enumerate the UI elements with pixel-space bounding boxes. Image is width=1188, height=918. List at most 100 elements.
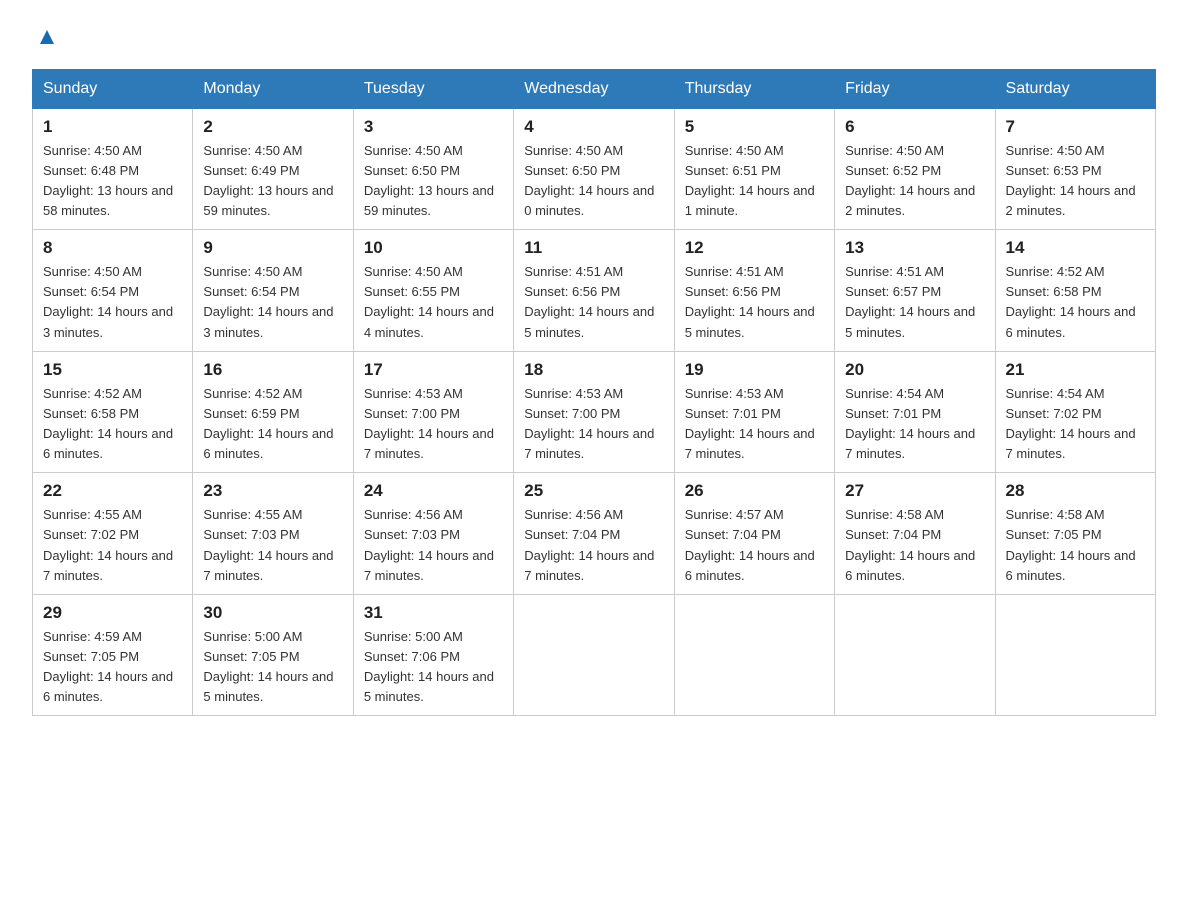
calendar-day-cell: 29 Sunrise: 4:59 AM Sunset: 7:05 PM Dayl… xyxy=(33,594,193,716)
day-info: Sunrise: 4:54 AM Sunset: 7:02 PM Dayligh… xyxy=(1006,384,1145,465)
day-number: 11 xyxy=(524,238,663,258)
weekday-header-cell: Wednesday xyxy=(514,69,674,108)
day-number: 14 xyxy=(1006,238,1145,258)
calendar-day-cell: 11 Sunrise: 4:51 AM Sunset: 6:56 PM Dayl… xyxy=(514,230,674,352)
day-number: 2 xyxy=(203,117,342,137)
day-info: Sunrise: 4:50 AM Sunset: 6:51 PM Dayligh… xyxy=(685,141,824,222)
day-number: 16 xyxy=(203,360,342,380)
day-number: 5 xyxy=(685,117,824,137)
day-info: Sunrise: 4:53 AM Sunset: 7:01 PM Dayligh… xyxy=(685,384,824,465)
day-info: Sunrise: 4:51 AM Sunset: 6:56 PM Dayligh… xyxy=(685,262,824,343)
day-info: Sunrise: 4:52 AM Sunset: 6:59 PM Dayligh… xyxy=(203,384,342,465)
calendar-week-row: 29 Sunrise: 4:59 AM Sunset: 7:05 PM Dayl… xyxy=(33,594,1156,716)
calendar-day-cell: 18 Sunrise: 4:53 AM Sunset: 7:00 PM Dayl… xyxy=(514,351,674,473)
calendar-day-cell xyxy=(995,594,1155,716)
calendar-day-cell: 31 Sunrise: 5:00 AM Sunset: 7:06 PM Dayl… xyxy=(353,594,513,716)
calendar-day-cell: 24 Sunrise: 4:56 AM Sunset: 7:03 PM Dayl… xyxy=(353,473,513,595)
weekday-header: SundayMondayTuesdayWednesdayThursdayFrid… xyxy=(33,69,1156,108)
day-number: 27 xyxy=(845,481,984,501)
calendar-day-cell: 3 Sunrise: 4:50 AM Sunset: 6:50 PM Dayli… xyxy=(353,108,513,230)
day-info: Sunrise: 4:56 AM Sunset: 7:03 PM Dayligh… xyxy=(364,505,503,586)
calendar-day-cell xyxy=(835,594,995,716)
calendar-day-cell: 27 Sunrise: 4:58 AM Sunset: 7:04 PM Dayl… xyxy=(835,473,995,595)
logo xyxy=(32,24,58,53)
day-number: 13 xyxy=(845,238,984,258)
calendar-day-cell: 23 Sunrise: 4:55 AM Sunset: 7:03 PM Dayl… xyxy=(193,473,353,595)
calendar-day-cell: 1 Sunrise: 4:50 AM Sunset: 6:48 PM Dayli… xyxy=(33,108,193,230)
day-info: Sunrise: 5:00 AM Sunset: 7:06 PM Dayligh… xyxy=(364,627,503,708)
calendar-day-cell: 17 Sunrise: 4:53 AM Sunset: 7:00 PM Dayl… xyxy=(353,351,513,473)
day-number: 21 xyxy=(1006,360,1145,380)
weekday-header-cell: Saturday xyxy=(995,69,1155,108)
day-number: 22 xyxy=(43,481,182,501)
calendar-day-cell: 4 Sunrise: 4:50 AM Sunset: 6:50 PM Dayli… xyxy=(514,108,674,230)
day-number: 4 xyxy=(524,117,663,137)
calendar-day-cell: 14 Sunrise: 4:52 AM Sunset: 6:58 PM Dayl… xyxy=(995,230,1155,352)
day-number: 8 xyxy=(43,238,182,258)
weekday-header-cell: Friday xyxy=(835,69,995,108)
calendar-day-cell: 21 Sunrise: 4:54 AM Sunset: 7:02 PM Dayl… xyxy=(995,351,1155,473)
calendar-day-cell: 26 Sunrise: 4:57 AM Sunset: 7:04 PM Dayl… xyxy=(674,473,834,595)
day-info: Sunrise: 4:53 AM Sunset: 7:00 PM Dayligh… xyxy=(524,384,663,465)
calendar-day-cell: 6 Sunrise: 4:50 AM Sunset: 6:52 PM Dayli… xyxy=(835,108,995,230)
calendar-week-row: 8 Sunrise: 4:50 AM Sunset: 6:54 PM Dayli… xyxy=(33,230,1156,352)
calendar-day-cell xyxy=(674,594,834,716)
day-number: 9 xyxy=(203,238,342,258)
day-number: 7 xyxy=(1006,117,1145,137)
day-number: 23 xyxy=(203,481,342,501)
day-info: Sunrise: 4:55 AM Sunset: 7:03 PM Dayligh… xyxy=(203,505,342,586)
day-info: Sunrise: 4:58 AM Sunset: 7:04 PM Dayligh… xyxy=(845,505,984,586)
day-number: 24 xyxy=(364,481,503,501)
day-info: Sunrise: 4:50 AM Sunset: 6:52 PM Dayligh… xyxy=(845,141,984,222)
weekday-header-cell: Sunday xyxy=(33,69,193,108)
day-info: Sunrise: 4:54 AM Sunset: 7:01 PM Dayligh… xyxy=(845,384,984,465)
day-info: Sunrise: 4:50 AM Sunset: 6:50 PM Dayligh… xyxy=(364,141,503,222)
day-number: 12 xyxy=(685,238,824,258)
weekday-header-cell: Thursday xyxy=(674,69,834,108)
day-number: 18 xyxy=(524,360,663,380)
calendar-day-cell: 5 Sunrise: 4:50 AM Sunset: 6:51 PM Dayli… xyxy=(674,108,834,230)
day-info: Sunrise: 4:50 AM Sunset: 6:55 PM Dayligh… xyxy=(364,262,503,343)
calendar-week-row: 15 Sunrise: 4:52 AM Sunset: 6:58 PM Dayl… xyxy=(33,351,1156,473)
calendar-day-cell: 16 Sunrise: 4:52 AM Sunset: 6:59 PM Dayl… xyxy=(193,351,353,473)
day-number: 28 xyxy=(1006,481,1145,501)
calendar-day-cell: 20 Sunrise: 4:54 AM Sunset: 7:01 PM Dayl… xyxy=(835,351,995,473)
day-info: Sunrise: 4:52 AM Sunset: 6:58 PM Dayligh… xyxy=(1006,262,1145,343)
day-info: Sunrise: 4:56 AM Sunset: 7:04 PM Dayligh… xyxy=(524,505,663,586)
day-number: 19 xyxy=(685,360,824,380)
calendar-day-cell: 7 Sunrise: 4:50 AM Sunset: 6:53 PM Dayli… xyxy=(995,108,1155,230)
day-info: Sunrise: 4:58 AM Sunset: 7:05 PM Dayligh… xyxy=(1006,505,1145,586)
day-info: Sunrise: 4:50 AM Sunset: 6:48 PM Dayligh… xyxy=(43,141,182,222)
day-info: Sunrise: 4:52 AM Sunset: 6:58 PM Dayligh… xyxy=(43,384,182,465)
day-info: Sunrise: 4:50 AM Sunset: 6:49 PM Dayligh… xyxy=(203,141,342,222)
day-info: Sunrise: 5:00 AM Sunset: 7:05 PM Dayligh… xyxy=(203,627,342,708)
day-info: Sunrise: 4:50 AM Sunset: 6:50 PM Dayligh… xyxy=(524,141,663,222)
calendar-day-cell: 25 Sunrise: 4:56 AM Sunset: 7:04 PM Dayl… xyxy=(514,473,674,595)
calendar-day-cell: 22 Sunrise: 4:55 AM Sunset: 7:02 PM Dayl… xyxy=(33,473,193,595)
day-info: Sunrise: 4:51 AM Sunset: 6:56 PM Dayligh… xyxy=(524,262,663,343)
weekday-header-cell: Monday xyxy=(193,69,353,108)
day-info: Sunrise: 4:50 AM Sunset: 6:54 PM Dayligh… xyxy=(203,262,342,343)
calendar-body: 1 Sunrise: 4:50 AM Sunset: 6:48 PM Dayli… xyxy=(33,108,1156,716)
day-info: Sunrise: 4:59 AM Sunset: 7:05 PM Dayligh… xyxy=(43,627,182,708)
day-number: 26 xyxy=(685,481,824,501)
calendar-day-cell: 9 Sunrise: 4:50 AM Sunset: 6:54 PM Dayli… xyxy=(193,230,353,352)
calendar-day-cell xyxy=(514,594,674,716)
day-number: 6 xyxy=(845,117,984,137)
day-number: 1 xyxy=(43,117,182,137)
day-number: 25 xyxy=(524,481,663,501)
day-info: Sunrise: 4:53 AM Sunset: 7:00 PM Dayligh… xyxy=(364,384,503,465)
calendar-table: SundayMondayTuesdayWednesdayThursdayFrid… xyxy=(32,69,1156,717)
calendar-day-cell: 8 Sunrise: 4:50 AM Sunset: 6:54 PM Dayli… xyxy=(33,230,193,352)
calendar-day-cell: 2 Sunrise: 4:50 AM Sunset: 6:49 PM Dayli… xyxy=(193,108,353,230)
day-number: 10 xyxy=(364,238,503,258)
calendar-day-cell: 28 Sunrise: 4:58 AM Sunset: 7:05 PM Dayl… xyxy=(995,473,1155,595)
day-number: 29 xyxy=(43,603,182,623)
weekday-header-cell: Tuesday xyxy=(353,69,513,108)
calendar-day-cell: 13 Sunrise: 4:51 AM Sunset: 6:57 PM Dayl… xyxy=(835,230,995,352)
day-info: Sunrise: 4:50 AM Sunset: 6:53 PM Dayligh… xyxy=(1006,141,1145,222)
calendar-day-cell: 12 Sunrise: 4:51 AM Sunset: 6:56 PM Dayl… xyxy=(674,230,834,352)
logo-triangle-icon xyxy=(36,26,58,53)
calendar-day-cell: 10 Sunrise: 4:50 AM Sunset: 6:55 PM Dayl… xyxy=(353,230,513,352)
day-number: 17 xyxy=(364,360,503,380)
